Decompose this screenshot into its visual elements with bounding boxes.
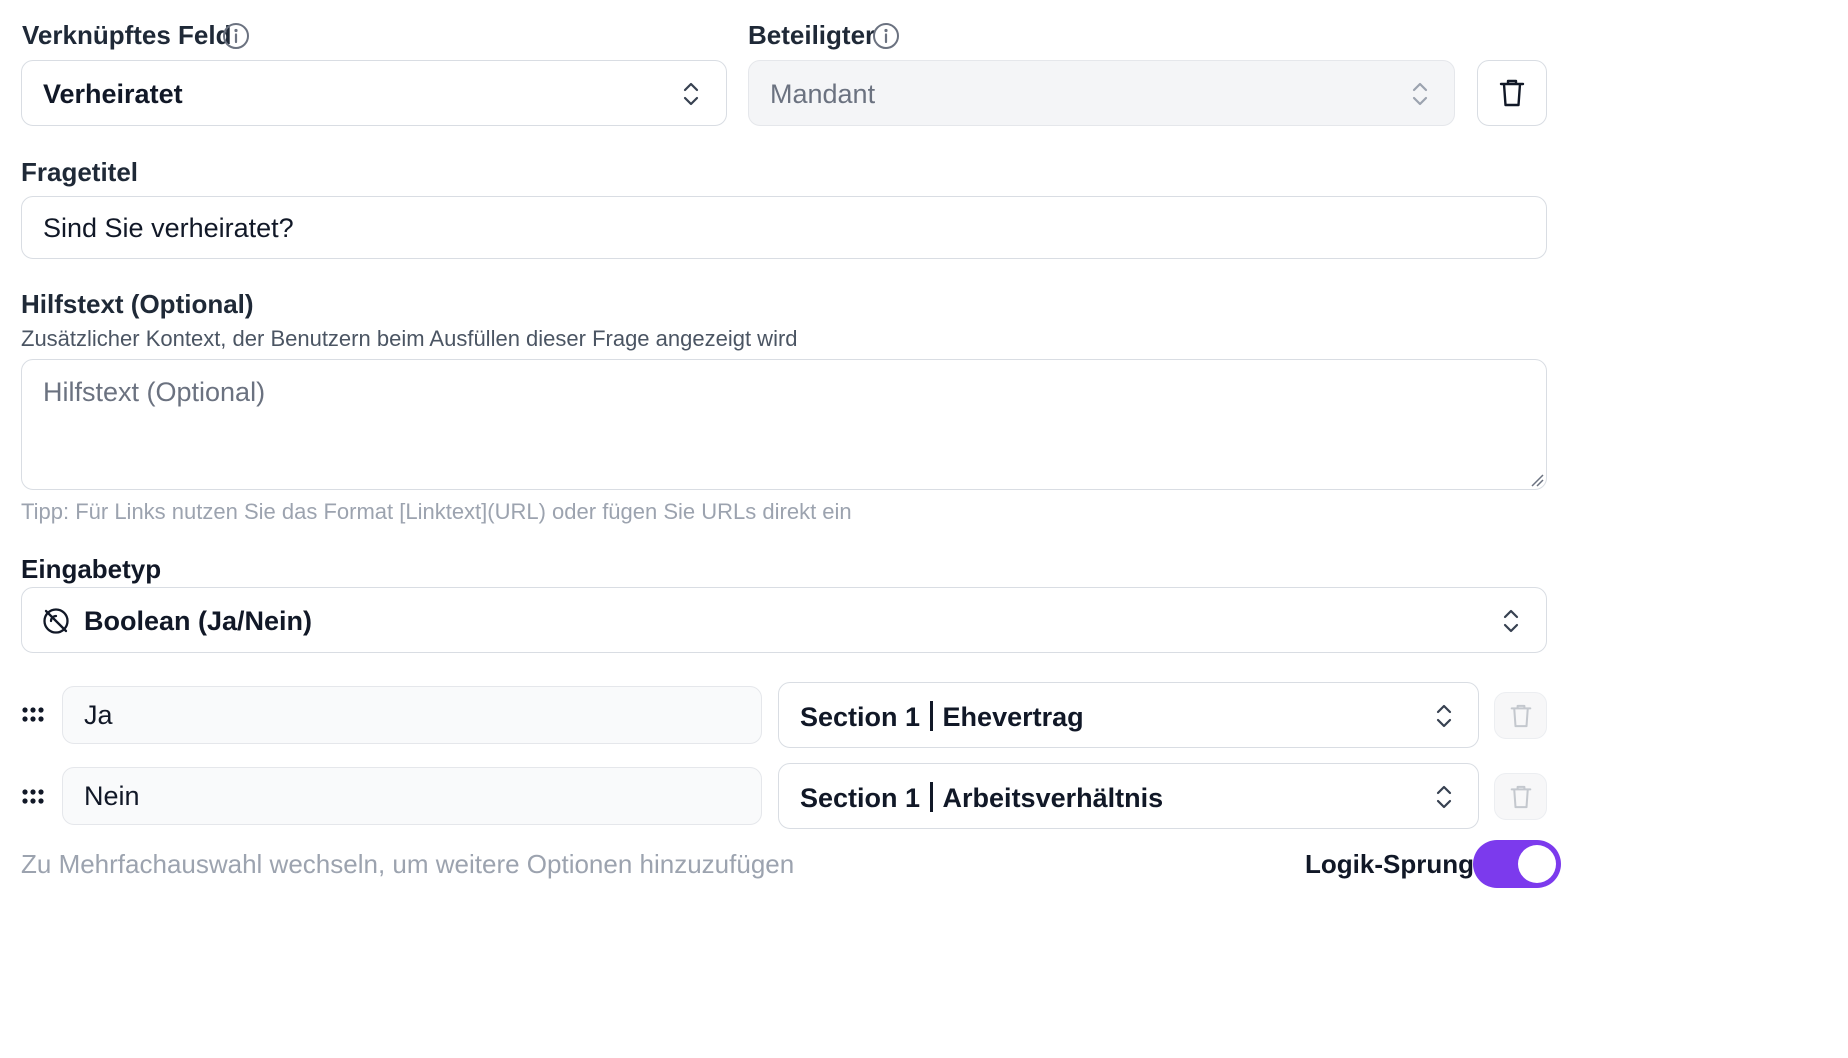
- option-label-input[interactable]: Nein: [62, 767, 762, 825]
- input-type-value: Boolean (Ja/Nein): [84, 606, 313, 636]
- participant-select[interactable]: Mandant: [748, 60, 1455, 126]
- delete-question-button[interactable]: [1477, 60, 1547, 126]
- participant-label: Beteiligter: [748, 20, 876, 50]
- help-text-tip: Tipp: Für Links nutzen Sie das Format [L…: [21, 499, 852, 524]
- chevron-up-down-icon: [1436, 704, 1452, 728]
- participant-value: Mandant: [770, 79, 876, 109]
- chevron-up-down-icon: [1412, 82, 1428, 106]
- trash-icon: [1510, 785, 1531, 808]
- delete-option-button[interactable]: [1494, 773, 1547, 820]
- option-target: Section 1 Ehevertrag: [800, 701, 1084, 732]
- logic-jump-toggle[interactable]: [1473, 840, 1561, 888]
- linked-field-label: Verknüpftes Feld: [22, 20, 232, 50]
- help-text-label: Hilfstext (Optional): [21, 289, 254, 319]
- option-target-select[interactable]: Section 1 Arbeitsverhältnis: [778, 763, 1479, 829]
- option-target-select[interactable]: Section 1 Ehevertrag: [778, 682, 1479, 748]
- info-icon[interactable]: [872, 22, 900, 50]
- trash-icon: [1499, 79, 1525, 107]
- option-target: Section 1 Arbeitsverhältnis: [800, 782, 1164, 813]
- question-title-value: Sind Sie verheiratet?: [43, 213, 294, 243]
- linked-field-select[interactable]: Verheiratet: [21, 60, 727, 126]
- multi-choice-hint: Zu Mehrfachauswahl wechseln, um weitere …: [21, 849, 795, 879]
- input-type-label: Eingabetyp: [21, 554, 162, 584]
- info-icon[interactable]: [222, 22, 250, 50]
- resize-handle-icon[interactable]: [1530, 473, 1544, 487]
- option-label: Ja: [84, 700, 113, 730]
- logic-jump-label: Logik-Sprung: [1305, 849, 1474, 879]
- question-title-label: Fragetitel: [21, 157, 139, 187]
- help-text-placeholder: Hilfstext (Optional): [43, 377, 266, 407]
- option-label-input[interactable]: Ja: [62, 686, 762, 744]
- help-text-description: Zusätzlicher Kontext, der Benutzern beim…: [21, 326, 798, 351]
- chevron-up-down-icon: [683, 82, 699, 106]
- option-label: Nein: [84, 781, 140, 811]
- toggle-knob: [1518, 845, 1556, 883]
- drag-handle-icon[interactable]: [22, 707, 48, 723]
- toggle-off-icon: [43, 608, 69, 634]
- delete-option-button[interactable]: [1494, 692, 1547, 739]
- drag-handle-icon[interactable]: [22, 789, 48, 805]
- chevron-up-down-icon: [1436, 785, 1452, 809]
- help-text-textarea[interactable]: Hilfstext (Optional): [21, 359, 1547, 490]
- chevron-up-down-icon: [1503, 609, 1519, 633]
- question-title-input[interactable]: Sind Sie verheiratet?: [21, 196, 1547, 259]
- linked-field-value: Verheiratet: [43, 79, 183, 109]
- trash-icon: [1510, 704, 1531, 727]
- input-type-select[interactable]: Boolean (Ja/Nein): [21, 587, 1547, 653]
